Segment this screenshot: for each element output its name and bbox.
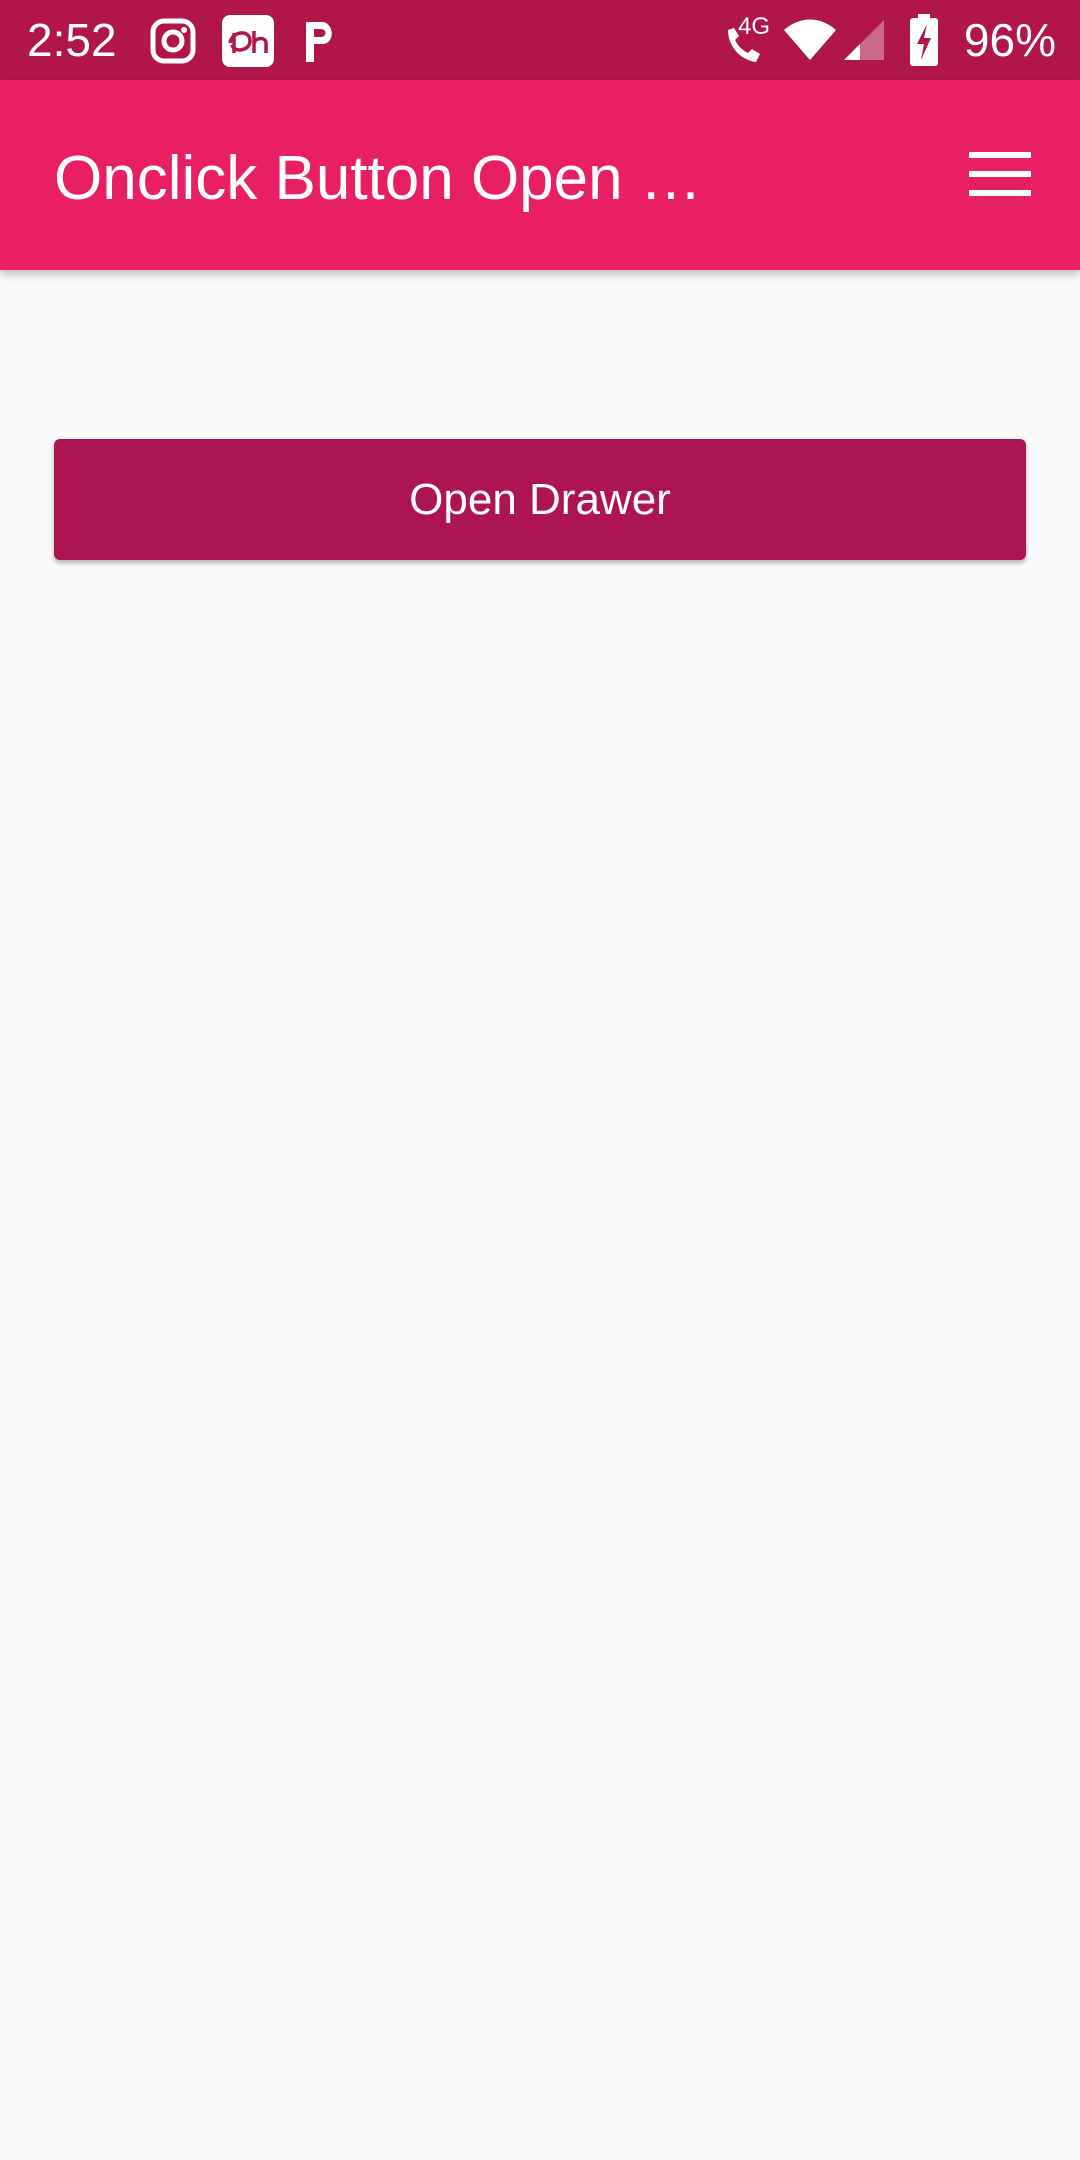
cellular-signal-icon: [842, 18, 886, 67]
disney-hotstar-icon: [222, 15, 274, 72]
open-drawer-button[interactable]: Open Drawer: [54, 439, 1026, 560]
status-time: 2:52: [27, 14, 117, 66]
app-title: Onclick Button Open …: [54, 144, 702, 213]
instagram-icon: [150, 18, 196, 69]
hamburger-menu-icon: [969, 151, 1031, 201]
battery-charging-icon: [910, 14, 938, 71]
network-type-label: 4G: [738, 13, 771, 40]
status-bar: 2:52 4G 96%: [0, 0, 1080, 80]
app-bar: Onclick Button Open …: [0, 80, 1080, 270]
menu-button[interactable]: [960, 136, 1040, 216]
battery-percent: 96%: [963, 14, 1056, 66]
wifi-icon: [782, 18, 838, 67]
parking-p-icon: [300, 18, 340, 69]
